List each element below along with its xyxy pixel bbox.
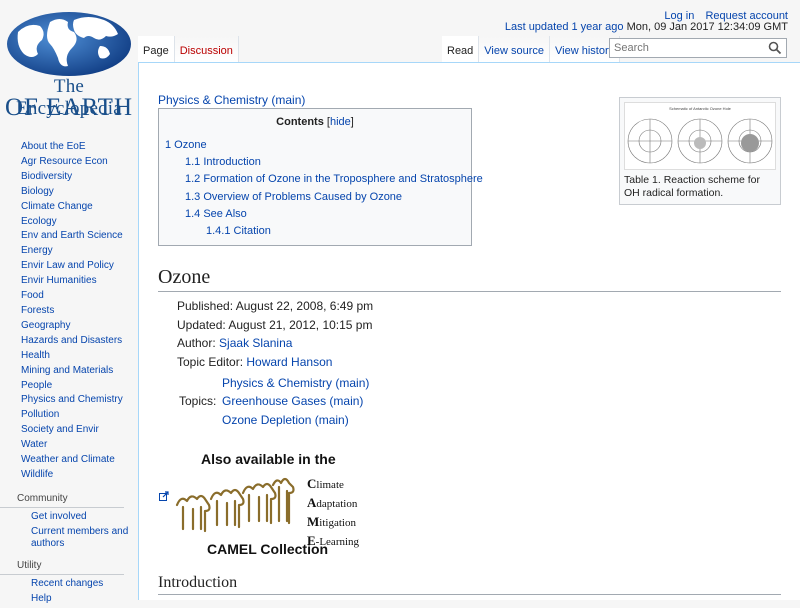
sidebar-item-mining-materials[interactable]: Mining and Materials: [0, 364, 138, 379]
view-tabs: Read View source View history: [442, 36, 621, 62]
author-link[interactable]: Sjaak Slanina: [219, 336, 292, 350]
camel-word-adaptation: daptation: [316, 498, 358, 510]
sidebar-item-water[interactable]: Water: [0, 438, 138, 453]
camel-letter-c: C: [307, 476, 317, 491]
topic-link-ozone-depletion[interactable]: Ozone Depletion (main): [222, 413, 349, 427]
sidebar-item-hazards-disasters[interactable]: Hazards and Disasters: [0, 334, 138, 349]
sidebar-item-help[interactable]: Help: [0, 593, 138, 605]
last-updated-link[interactable]: Last updated 1 year ago: [505, 21, 624, 33]
sidebar-item-biology[interactable]: Biology: [0, 185, 138, 200]
sidebar-item-food[interactable]: Food: [0, 289, 138, 304]
search-box: [609, 38, 787, 58]
sidebar-item-env-earth-science[interactable]: Env and Earth Science: [0, 229, 138, 244]
sidebar-item-envir-law-policy[interactable]: Envir Law and Policy: [0, 259, 138, 274]
search-input[interactable]: [610, 39, 768, 57]
introduction-heading: Introduction: [158, 574, 238, 591]
tab-discussion[interactable]: Discussion: [174, 36, 239, 62]
sidebar-item-health[interactable]: Health: [0, 349, 138, 364]
tab-read[interactable]: Read: [442, 36, 480, 62]
last-updated: Last updated 1 year ago Mon, 09 Jan 2017…: [505, 21, 788, 33]
sidebar-item-people[interactable]: People: [0, 379, 138, 394]
toc-item-formation[interactable]: 1.2 Formation of Ozone in the Tropospher…: [185, 173, 483, 185]
page-title: Ozone: [158, 266, 211, 288]
ozone-hole-image[interactable]: Schematic of Antarctic Ozone Hole: [624, 102, 776, 170]
toc-title-row: Contents [hide]: [159, 116, 471, 128]
table-of-contents: Contents [hide] 1 Ozone 1.1 Introduction…: [158, 108, 483, 246]
camel-word-climate: limate: [316, 479, 344, 491]
author-row: Author: Sjaak Slanina: [177, 336, 292, 350]
sidebar-item-envir-humanities[interactable]: Envir Humanities: [0, 274, 138, 289]
toc-bracket-close: ]: [350, 116, 354, 128]
sidebar-item-physics-chemistry[interactable]: Physics and Chemistry: [0, 393, 138, 408]
toc-item-citation[interactable]: 1.4.1 Citation: [206, 225, 271, 237]
tab-page[interactable]: Page: [138, 36, 175, 62]
toc-hide-link[interactable]: hide: [330, 116, 351, 128]
main-content: Physics & Chemistry (main) Contents [hid…: [138, 62, 800, 600]
sidebar-item-climate-change[interactable]: Climate Change: [0, 200, 138, 215]
sidebar-item-wildlife[interactable]: Wildlife: [0, 468, 138, 483]
thumbnail-figure: Schematic of Antarctic Ozone Hole Table …: [619, 97, 781, 205]
sidebar-item-ecology[interactable]: Ecology: [0, 215, 138, 230]
thumbnail-caption: Table 1. Reaction scheme for OH radical …: [624, 174, 760, 199]
portal-community: Community Get involved Current members a…: [0, 492, 138, 550]
utility-heading: Utility: [0, 559, 124, 575]
sidebar-item-geography[interactable]: Geography: [0, 319, 138, 334]
camel-acronym: Climate Adaptation Mitigation E-Learning: [307, 475, 359, 551]
sidebar-item-energy[interactable]: Energy: [0, 244, 138, 259]
toc-item-overview[interactable]: 1.3 Overview of Problems Caused by Ozone: [185, 191, 402, 203]
portal-navigation: About the EoE Agr Resource Econ Biodiver…: [0, 140, 138, 483]
camel-banner-collection: CAMEL Collection: [207, 541, 329, 557]
sidebar-item-agr-resource-econ[interactable]: Agr Resource Econ: [0, 155, 138, 170]
last-updated-date: Mon, 09 Jan 2017 12:34:09 GMT: [626, 21, 788, 33]
sidebar-item-weather-climate[interactable]: Weather and Climate: [0, 453, 138, 468]
camel-letter-m: M: [307, 514, 320, 529]
community-heading: Community: [0, 492, 124, 508]
topics-label: Topics:: [179, 394, 217, 408]
toc-item-see-also[interactable]: 1.4 See Also: [185, 208, 247, 220]
sidebar-item-forests[interactable]: Forests: [0, 304, 138, 319]
toc-item-ozone[interactable]: 1 Ozone: [165, 139, 207, 151]
sidebar-item-biodiversity[interactable]: Biodiversity: [0, 170, 138, 185]
site-logo[interactable]: The Encyclopedia OF EARTH: [4, 10, 134, 121]
sidebar-item-about[interactable]: About the EoE: [0, 140, 138, 155]
namespace-tabs: Page Discussion: [138, 36, 239, 62]
portal-utility: Utility Recent changes Help: [0, 559, 138, 605]
tab-view-source[interactable]: View source: [479, 36, 551, 62]
author-label: Author:: [177, 336, 216, 350]
ozone-hole-diagram-icon: Schematic of Antarctic Ozone Hole: [627, 106, 773, 164]
updated-date: Updated: August 21, 2012, 10:15 pm: [177, 318, 373, 332]
topic-editor-label: Topic Editor:: [177, 355, 244, 369]
sidebar-item-current-members[interactable]: Current members and authors: [0, 526, 138, 550]
toc-title: Contents: [276, 116, 324, 128]
sidebar-item-recent-changes[interactable]: Recent changes: [0, 578, 138, 590]
camel-silhouettes-icon: [175, 477, 295, 533]
toc-item-introduction[interactable]: 1.1 Introduction: [185, 156, 261, 168]
sidebar-item-pollution[interactable]: Pollution: [0, 408, 138, 423]
search-icon[interactable]: [768, 41, 782, 55]
topic-link-greenhouse-gases[interactable]: Greenhouse Gases (main): [222, 394, 363, 408]
globe-logo-icon: [7, 12, 131, 76]
sidebar: About the EoE Agr Resource Econ Biodiver…: [0, 140, 138, 608]
camel-collection-banner[interactable]: Also available in the Climate Adaptation…: [167, 447, 367, 559]
topic-editor-row: Topic Editor: Howard Hanson: [177, 355, 332, 369]
heading-divider: [158, 291, 781, 292]
logo-line-2: OF EARTH: [4, 94, 134, 121]
published-date: Published: August 22, 2008, 6:49 pm: [177, 299, 374, 313]
topic-link-physics-chemistry[interactable]: Physics & Chemistry (main): [222, 376, 369, 390]
thumb-inner-title: Schematic of Antarctic Ozone Hole: [669, 106, 732, 111]
category-link[interactable]: Physics & Chemistry (main): [158, 93, 305, 107]
sidebar-item-society-envir[interactable]: Society and Envir: [0, 423, 138, 438]
sidebar-item-get-involved[interactable]: Get involved: [0, 511, 138, 523]
introduction-divider: [158, 594, 781, 595]
camel-word-mitigation: itigation: [319, 517, 356, 529]
topic-editor-link[interactable]: Howard Hanson: [246, 355, 332, 369]
camel-banner-line1: Also available in the: [201, 451, 336, 467]
camel-letter-a: A: [307, 495, 317, 510]
